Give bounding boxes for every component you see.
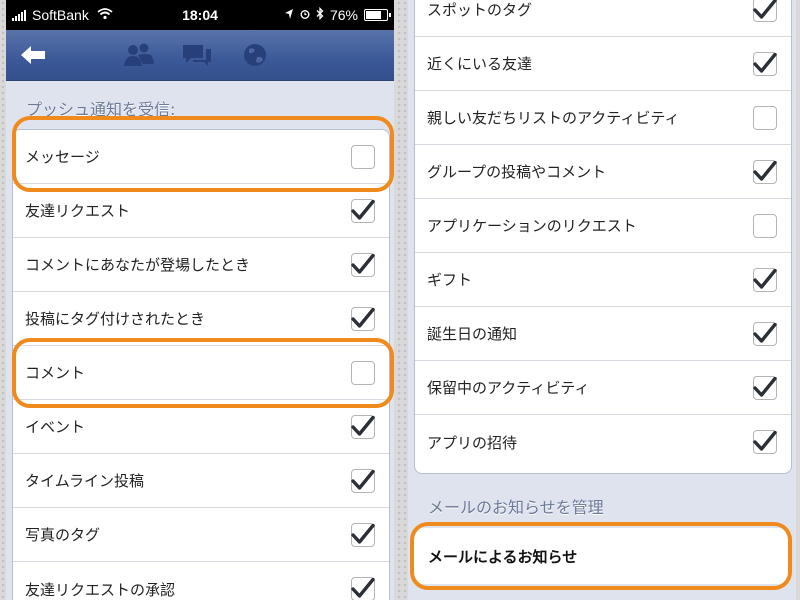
checkbox-checked[interactable] bbox=[753, 159, 777, 184]
friend-requests-icon[interactable] bbox=[121, 40, 157, 70]
checkbox-checked[interactable] bbox=[753, 321, 777, 346]
settings-row[interactable]: 友達リクエストの承認 bbox=[13, 562, 389, 600]
settings-row[interactable]: コメントにあなたが登場したとき bbox=[13, 238, 389, 292]
settings-row-label: タイムライン投稿 bbox=[25, 472, 144, 490]
settings-row[interactable]: イベント bbox=[13, 400, 389, 454]
settings-row-label: 友達リクエスト bbox=[25, 202, 131, 220]
checkbox-checked[interactable] bbox=[351, 252, 375, 277]
checkbox-unchecked[interactable] bbox=[351, 144, 375, 169]
checkbox-checked[interactable] bbox=[753, 51, 777, 76]
nav-icons bbox=[121, 40, 273, 70]
checkbox-checked[interactable] bbox=[351, 468, 375, 493]
checkbox-checked[interactable] bbox=[351, 198, 375, 223]
settings-row-label: イベント bbox=[25, 418, 86, 436]
checkmark-icon bbox=[351, 578, 375, 600]
checkbox-unchecked[interactable] bbox=[753, 213, 777, 238]
settings-row-label: 写真のタグ bbox=[25, 526, 101, 544]
battery-percent: 76% bbox=[329, 7, 358, 23]
settings-row-label: コメント bbox=[25, 364, 86, 382]
checkmark-icon bbox=[351, 199, 375, 222]
checkbox-unchecked[interactable] bbox=[351, 360, 375, 385]
settings-row[interactable]: タイムライン投稿 bbox=[13, 454, 389, 508]
settings-row-label: 近くにいる友達 bbox=[427, 55, 533, 73]
checkbox-unchecked[interactable] bbox=[753, 105, 777, 130]
alarm-icon bbox=[300, 7, 310, 23]
settings-row-label: グループの投稿やコメント bbox=[427, 163, 607, 181]
settings-row-label: 誕生日の通知 bbox=[427, 325, 518, 343]
checkmark-icon bbox=[753, 322, 777, 345]
email-notifications-label: メールによるお知らせ bbox=[428, 547, 578, 566]
right-phone-screen: スポットのタグ 近くにいる友達親しい友だちリストのアクティビティ グループの投稿やコ… bbox=[408, 0, 796, 600]
settings-row-label: アプリの招待 bbox=[427, 433, 518, 452]
settings-row-label: メッセージ bbox=[25, 148, 100, 166]
checkbox-checked[interactable] bbox=[351, 577, 375, 600]
checkmark-icon bbox=[351, 253, 375, 276]
settings-row-label: スポットのタグ bbox=[427, 1, 533, 19]
settings-row[interactable]: メッセージ bbox=[13, 130, 389, 184]
settings-row[interactable]: 誕生日の通知 bbox=[415, 307, 791, 361]
checkmark-icon bbox=[351, 307, 375, 330]
checkmark-icon bbox=[753, 0, 777, 21]
settings-row[interactable]: 親しい友だちリストのアクティビティ bbox=[415, 91, 791, 145]
back-arrow-icon[interactable] bbox=[18, 42, 48, 68]
nav-bar bbox=[6, 30, 394, 81]
settings-row-label: 友達リクエストの承認 bbox=[25, 580, 176, 599]
email-notifications-row[interactable]: メールによるお知らせ bbox=[414, 528, 790, 584]
status-right: 76% bbox=[284, 6, 391, 23]
email-section-header: メールのお知らせを管理 bbox=[428, 498, 604, 517]
settings-row[interactable]: 友達リクエスト bbox=[13, 184, 389, 238]
settings-row[interactable]: ギフト bbox=[415, 253, 791, 307]
battery-icon bbox=[364, 9, 391, 21]
checkmark-icon bbox=[351, 523, 375, 546]
checkbox-checked[interactable] bbox=[351, 522, 375, 547]
push-notification-header: プッシュ通知を受信: bbox=[26, 100, 176, 119]
messages-icon[interactable] bbox=[179, 40, 215, 70]
settings-row[interactable]: スポットのタグ bbox=[415, 0, 791, 37]
settings-row[interactable]: アプリケーションのリクエスト bbox=[415, 199, 791, 253]
settings-row[interactable]: 近くにいる友達 bbox=[415, 37, 791, 91]
checkmark-icon bbox=[753, 268, 777, 291]
settings-row-label: 親しい友だちリストのアクティビティ bbox=[427, 109, 680, 127]
settings-row-label: コメントにあなたが登場したとき bbox=[25, 256, 251, 274]
settings-row-label: アプリケーションのリクエスト bbox=[427, 217, 637, 235]
checkmark-icon bbox=[753, 431, 777, 453]
settings-row[interactable]: 投稿にタグ付けされたとき bbox=[13, 292, 389, 346]
settings-row-label: ギフト bbox=[427, 271, 473, 289]
settings-row[interactable]: コメント bbox=[13, 346, 389, 400]
settings-row[interactable]: グループの投稿やコメント bbox=[415, 145, 791, 199]
settings-row[interactable]: アプリの招待 bbox=[415, 415, 791, 469]
checkbox-checked[interactable] bbox=[351, 306, 375, 331]
checkmark-icon bbox=[351, 415, 375, 438]
checkbox-checked[interactable] bbox=[753, 430, 777, 454]
settings-row[interactable]: 写真のタグ bbox=[13, 508, 389, 562]
checkmark-icon bbox=[753, 52, 777, 75]
location-arrow-icon bbox=[284, 7, 294, 23]
checkbox-checked[interactable] bbox=[351, 414, 375, 439]
left-phone-screen: SoftBank 18:04 76% プッシュ通知を受信: メッセージ 友達リク… bbox=[6, 0, 394, 600]
settings-row[interactable]: 保留中のアクティビティ bbox=[415, 361, 791, 415]
checkmark-icon bbox=[753, 160, 777, 183]
notifications-globe-icon[interactable] bbox=[237, 40, 273, 70]
checkbox-checked[interactable] bbox=[753, 0, 777, 22]
settings-row-label: 投稿にタグ付けされたとき bbox=[25, 310, 206, 328]
push-notification-list: メッセージ友達リクエストコメントにあなたが登場したとき 投稿にタグ付けされたときコ… bbox=[12, 129, 390, 600]
bluetooth-icon bbox=[316, 6, 324, 23]
checkmark-icon bbox=[753, 376, 777, 399]
notification-list-continued: スポットのタグ 近くにいる友達親しい友だちリストのアクティビティ グループの投稿やコ… bbox=[414, 0, 792, 474]
status-bar: SoftBank 18:04 76% bbox=[6, 0, 394, 30]
settings-row-label: 保留中のアクティビティ bbox=[427, 379, 590, 397]
checkbox-checked[interactable] bbox=[753, 267, 777, 292]
checkmark-icon bbox=[351, 469, 375, 492]
checkbox-checked[interactable] bbox=[753, 375, 777, 400]
